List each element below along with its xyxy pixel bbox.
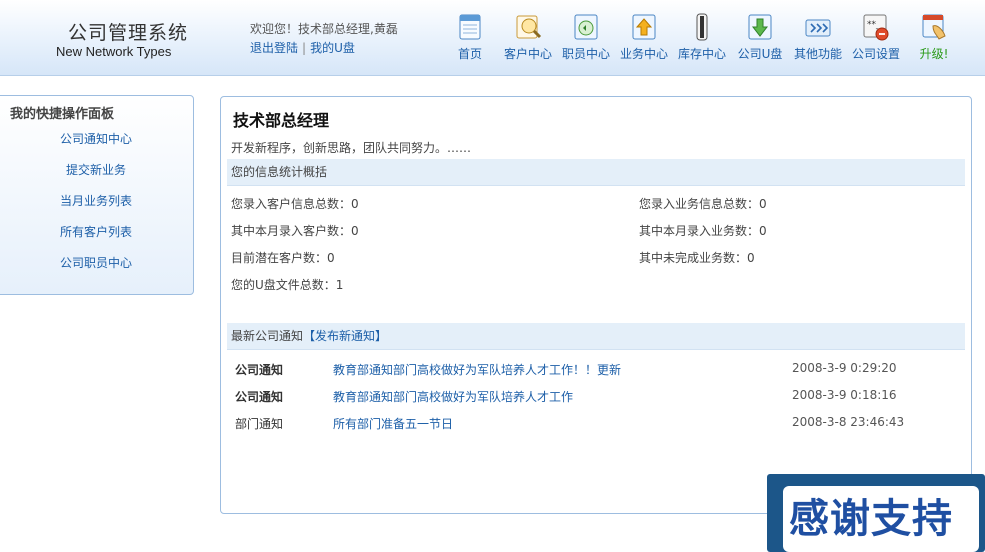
- nav-home[interactable]: 首页: [440, 12, 500, 62]
- customer-icon: [516, 15, 542, 39]
- inventory-icon: [696, 13, 708, 41]
- notice-heading: 最新公司通知: [231, 329, 304, 343]
- notice-title-link[interactable]: 所有部门准备五一节日: [333, 415, 453, 432]
- nav-label: 公司U盘: [737, 47, 783, 61]
- thanks-badge: 感谢支持: [767, 474, 985, 552]
- logout-link[interactable]: 退出登陆: [250, 41, 298, 55]
- thanks-badge-text: 感谢支持: [783, 486, 979, 552]
- link-separator: |: [302, 41, 307, 55]
- notice-type: 公司通知: [235, 390, 284, 404]
- user-links: 退出登陆 | 我的U盘: [250, 39, 355, 56]
- nav-customer[interactable]: 客户中心: [498, 12, 558, 62]
- main-panel: 技术部总经理 开发新程序，创新思路，团队共同努力。…… 您的信息统计概括 您录入…: [220, 96, 972, 514]
- stat-item: 其中本月录入业务数：0: [639, 224, 767, 238]
- nav-staff[interactable]: 职员中心: [556, 12, 616, 62]
- page-title: 技术部总经理: [233, 111, 330, 130]
- udisk-icon: [748, 14, 772, 40]
- notice-heading-bar: 最新公司通知【发布新通知】: [227, 323, 965, 350]
- stat-item: 其中未完成业务数：0: [639, 251, 755, 265]
- welcome-text: 欢迎您！技术部总经理,黄磊: [250, 22, 398, 36]
- nav-label: 业务中心: [619, 47, 668, 61]
- nav-settings[interactable]: **_ 公司设置: [846, 12, 906, 62]
- app-subtitle: New Network Types: [56, 44, 172, 59]
- upgrade-icon: [922, 14, 946, 40]
- quick-panel: 我的快捷操作面板 公司通知中心 提交新业务 当月业务列表 所有客户列表 公司职员…: [0, 95, 194, 295]
- motto-text: 开发新程序，创新思路，团队共同努力。……: [231, 141, 472, 155]
- nav-label: 职员中心: [561, 47, 610, 61]
- business-icon: [632, 14, 656, 40]
- notice-type: 公司通知: [235, 363, 284, 377]
- nav-udisk[interactable]: 公司U盘: [730, 12, 790, 62]
- sidebar-item-monthly-business[interactable]: 当月业务列表: [0, 192, 195, 209]
- stat-item: 其中本月录入客户数：0: [231, 224, 359, 238]
- sidebar-item-all-customers[interactable]: 所有客户列表: [0, 223, 195, 240]
- nav-inventory[interactable]: 库存中心: [672, 12, 732, 62]
- stat-item: 您录入客户信息总数：0: [231, 197, 359, 211]
- quick-panel-title: 我的快捷操作面板: [10, 107, 115, 122]
- notice-title-link[interactable]: 教育部通知部门高校做好为军队培养人才工作！！更新: [333, 361, 621, 378]
- publish-notice-link[interactable]: 【发布新通知】: [303, 329, 387, 343]
- nav-business[interactable]: 业务中心: [614, 12, 674, 62]
- nav-label: 库存中心: [677, 47, 726, 61]
- notice-date: 2008-3-9 0:29:20: [792, 361, 897, 375]
- stat-item: 目前潜在客户数：0: [231, 251, 335, 265]
- settings-icon: **_: [863, 14, 889, 41]
- nav-label: 首页: [457, 47, 482, 61]
- notice-title-link[interactable]: 教育部通知部门高校做好为军队培养人才工作: [333, 388, 573, 405]
- notice-type: 部门通知: [235, 417, 284, 431]
- sidebar-item-staff-center[interactable]: 公司职员中心: [0, 254, 195, 271]
- nav-upgrade[interactable]: 升级!: [904, 12, 964, 62]
- stat-item: 您录入业务信息总数：0: [639, 197, 767, 211]
- header: 公司管理系统 New Network Types 欢迎您！技术部总经理,黄磊 退…: [0, 0, 985, 76]
- nav-label: 公司设置: [851, 47, 900, 61]
- stat-item: 您的U盘文件总数：1: [231, 278, 344, 292]
- my-disk-link[interactable]: 我的U盘: [310, 41, 355, 55]
- sidebar-item-notice-center[interactable]: 公司通知中心: [0, 130, 195, 147]
- home-icon: [459, 14, 481, 40]
- nav-label: 其他功能: [793, 47, 842, 61]
- staff-icon: [574, 14, 598, 40]
- nav-label: 客户中心: [503, 47, 552, 61]
- notice-date: 2008-3-8 23:46:43: [792, 415, 905, 429]
- app-title: 公司管理系统: [68, 22, 189, 44]
- notice-date: 2008-3-9 0:18:16: [792, 388, 897, 402]
- nav-other[interactable]: 其他功能: [788, 12, 848, 62]
- other-icon: [805, 19, 831, 37]
- nav-label: 升级!: [919, 47, 949, 61]
- stats-heading: 您的信息统计概括: [227, 159, 965, 186]
- sidebar-item-submit-business[interactable]: 提交新业务: [0, 161, 195, 178]
